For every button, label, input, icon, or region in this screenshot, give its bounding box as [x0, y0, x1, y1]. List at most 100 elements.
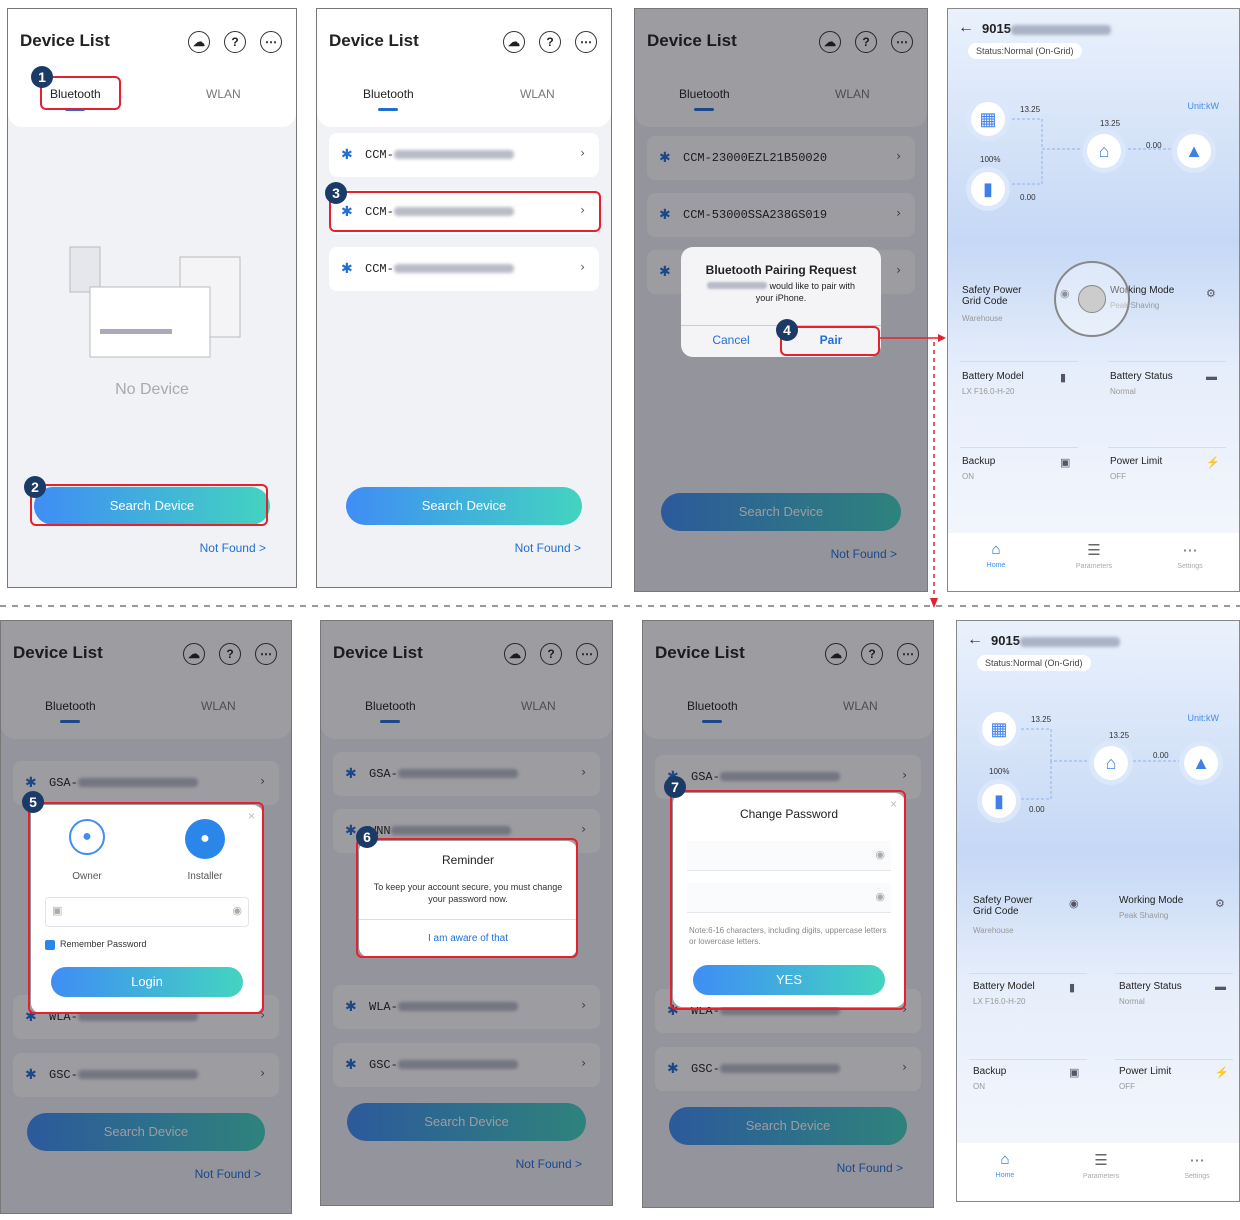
card-value-backup: ON: [973, 1082, 985, 1091]
card-value-battery-model: LX F16.0-H-20: [973, 997, 1026, 1006]
card-value-power-limit: OFF: [1119, 1082, 1135, 1091]
card-value-working-mode: Peak Shaving: [1119, 911, 1169, 920]
help-icon[interactable]: ?: [224, 31, 246, 53]
tab-bluetooth[interactable]: Bluetooth: [363, 87, 414, 111]
step-badge-3: 3: [325, 182, 347, 204]
device-name: CCM-: [365, 262, 394, 276]
bottom-nav: ⌂ Home ☰ Parameters ⋯ Settings: [948, 533, 1239, 591]
device-row[interactable]: ✱ CCM- ›: [329, 247, 599, 291]
solar-panel-icon: ▦: [966, 97, 1010, 141]
card-title-backup: Backup: [973, 1066, 1007, 1077]
cloud-icon[interactable]: ☁: [503, 31, 525, 53]
parameters-icon: ☰: [1094, 1152, 1108, 1169]
not-found-link[interactable]: Not Found >: [515, 541, 581, 555]
backup-icon: ▣: [1060, 457, 1071, 469]
settings-icon: ⋯: [1182, 542, 1198, 559]
tab-wlan[interactable]: WLAN: [206, 87, 241, 101]
tab-wlan[interactable]: WLAN: [520, 87, 555, 101]
home-nav-icon: ⌂: [991, 541, 1001, 558]
nav-home[interactable]: ⌂ Home: [975, 1151, 1035, 1179]
home-icon: ⌂: [1089, 741, 1133, 785]
blurred-serial: [393, 264, 514, 274]
grid-tower-icon: ▲: [1179, 741, 1223, 785]
more-icon[interactable]: ⋯: [575, 31, 597, 53]
highlight-search-button: [30, 484, 268, 526]
page-title: Device List: [329, 31, 419, 50]
nav-parameters[interactable]: ☰ Parameters: [1064, 541, 1124, 570]
step-badge-4: 4: [776, 319, 798, 341]
panel-step4-pairing: Device List ☁? ⋯ Bluetooth WLAN ✱ CCM-2300…: [634, 8, 928, 592]
nav-settings[interactable]: ⋯ Settings: [1160, 541, 1220, 570]
card-value-battery-model: LX F16.0-H-20: [962, 387, 1015, 396]
card-title-power-limit: Power Limit: [1119, 1066, 1172, 1077]
home-icon: ⌂: [1082, 129, 1126, 173]
blurred-device-name: [706, 282, 767, 289]
step-badge-6: 6: [356, 826, 378, 848]
chevron-right-icon: ›: [580, 146, 585, 160]
nav-home[interactable]: ⌂ Home: [966, 541, 1026, 569]
card-title-battery-status: Battery Status: [1110, 371, 1173, 382]
step-badge-5: 5: [22, 791, 44, 813]
device-row[interactable]: ✱ CCM- ›: [329, 133, 599, 177]
card-title-power-limit: Power Limit: [1110, 456, 1163, 467]
panel-step3-device-list: Device List ☁? ⋯ Bluetooth WLAN ✱ CCM- › ✱ C…: [316, 8, 612, 588]
gear-icon: ⚙: [1206, 288, 1216, 300]
card-title-working-mode: Working Mode: [1119, 895, 1184, 906]
parameters-icon: ☰: [1087, 542, 1101, 559]
step-badge-7: 7: [664, 776, 686, 798]
not-found-link[interactable]: Not Found >: [200, 541, 266, 555]
card-title-battery-model: Battery Model: [973, 981, 1035, 992]
help-icon[interactable]: ?: [539, 31, 561, 53]
search-device-button[interactable]: Search Device: [346, 487, 582, 525]
highlight-reminder-dialog: [356, 838, 578, 958]
card-title-backup: Backup: [962, 456, 996, 467]
card-value-power-limit: OFF: [1110, 472, 1126, 481]
settings-icon: ⋯: [1189, 1152, 1205, 1169]
power-limit-icon: ⚡: [1206, 457, 1220, 469]
battery-power-value: 0.00: [1029, 805, 1045, 814]
nav-parameters[interactable]: ☰ Parameters: [1071, 1151, 1131, 1180]
nav-settings[interactable]: ⋯ Settings: [1167, 1151, 1227, 1180]
home-nav-icon: ⌂: [1000, 1151, 1010, 1168]
grid-power-value: 0.00: [1146, 141, 1162, 150]
battery-icon: ▮: [1069, 982, 1076, 994]
bottom-nav: ⌂ Home ☰ Parameters ⋯ Settings: [957, 1143, 1239, 1201]
bluetooth-icon: ✱: [341, 147, 353, 163]
card-title-battery-model: Battery Model: [962, 371, 1024, 382]
page-title: Device List: [20, 31, 110, 50]
bluetooth-icon: ✱: [341, 261, 353, 277]
battery-node-icon: ▮: [977, 779, 1021, 823]
pv-power-value: 13.25: [1020, 105, 1041, 114]
cloud-icon[interactable]: ☁: [188, 31, 210, 53]
card-value-battery-status: Normal: [1119, 997, 1145, 1006]
battery-soc-value: 100%: [989, 767, 1010, 776]
more-icon[interactable]: ⋯: [260, 31, 282, 53]
chevron-right-icon: ›: [580, 260, 585, 274]
backup-icon: ▣: [1069, 1067, 1080, 1079]
panel-home-screen-top: ← 9015 Status:Normal (On-Grid) Unit:kW ▦…: [947, 8, 1240, 592]
pv-power-value: 13.25: [1031, 715, 1052, 724]
battery-status-icon: ▬: [1215, 981, 1226, 993]
highlight-login-dialog: [28, 802, 264, 1014]
card-title-grid-code: Safety Power Grid Code: [962, 285, 1022, 307]
grid-tower-icon: ▲: [1172, 129, 1216, 173]
panel-home-screen-bottom: ← 9015 Status:Normal (On-Grid) Unit:kW ▦…: [956, 620, 1240, 1202]
grid-power-value: 0.00: [1153, 751, 1169, 760]
home-power-value: 13.25: [1109, 731, 1130, 740]
card-value-grid-code: Warehouse: [973, 926, 1014, 935]
dialog-body-text: would like to pair with your iPhone.: [755, 281, 856, 303]
card-value-battery-status: Normal: [1110, 387, 1136, 396]
cancel-button[interactable]: Cancel: [681, 333, 781, 347]
card-value-backup: ON: [962, 472, 974, 481]
device-name: CCM-: [365, 148, 394, 162]
gear-icon: ⚙: [1215, 898, 1225, 910]
highlight-change-password-dialog: [670, 790, 906, 1010]
step-badge-2: 2: [24, 476, 46, 498]
blurred-serial: [393, 150, 514, 160]
battery-power-value: 0.00: [1020, 193, 1036, 202]
battery-soc-value: 100%: [980, 155, 1001, 164]
home-power-value: 13.25: [1100, 119, 1121, 128]
dialog-title: Bluetooth Pairing Request: [705, 263, 857, 277]
power-limit-icon: ⚡: [1215, 1067, 1229, 1079]
header: Device List ☁? ⋯ Bluetooth WLAN: [317, 9, 611, 127]
